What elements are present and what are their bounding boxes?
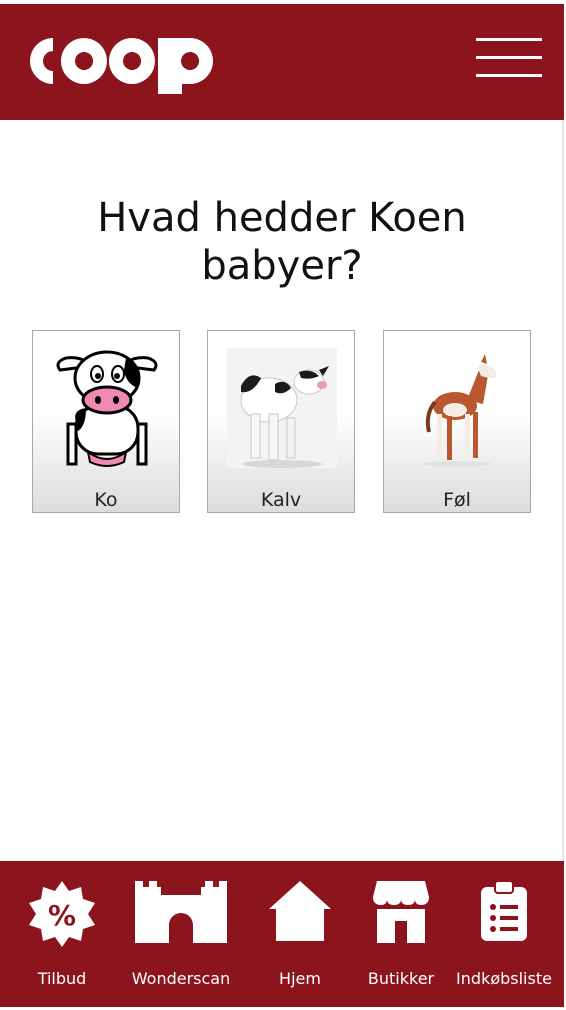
hamburger-icon-line <box>476 74 542 77</box>
hamburger-icon-line <box>476 38 542 41</box>
nav-item-indkobsliste[interactable]: Indkøbsliste <box>452 861 556 1007</box>
nav-label: Indkøbsliste <box>456 969 552 988</box>
nav-label: Wonderscan <box>131 969 231 988</box>
nav-item-butikker[interactable]: Butikker <box>356 861 446 1007</box>
answer-option-label: Ko <box>94 489 118 511</box>
clipboard-list-icon <box>481 881 527 941</box>
store-icon <box>373 881 429 943</box>
nav-item-tilbud[interactable]: % Tilbud <box>12 861 112 1007</box>
menu-button[interactable] <box>474 36 542 82</box>
hamburger-icon-line <box>476 56 542 59</box>
answer-option-foel[interactable]: Føl <box>383 330 531 513</box>
foal-photo-image <box>424 354 497 467</box>
nav-label: Butikker <box>367 969 435 988</box>
nav-label: Hjem <box>279 969 321 988</box>
nav-item-wonderscan[interactable]: Wonderscan <box>126 861 236 1007</box>
quiz-question: Hvad hedder Koen babyer? <box>97 195 467 289</box>
answer-option-label: Kalv <box>260 489 302 511</box>
svg-text:%: % <box>48 899 76 932</box>
answer-option-label: Føl <box>443 489 471 511</box>
answer-option-kalv[interactable]: Kalv <box>207 330 355 513</box>
nav-item-hjem[interactable]: Hjem <box>252 861 348 1007</box>
app-screen: coop Hvad hedder Koen babyer? <box>0 4 564 1007</box>
percent-badge-icon: % <box>29 881 95 947</box>
nav-label: Tilbud <box>37 969 87 988</box>
header-bar: coop <box>0 4 564 120</box>
calf-photo-image <box>227 348 337 468</box>
bottom-navigation: % Tilbud Wonderscan Hjem Butikker Indkøb… <box>0 861 564 1007</box>
castle-icon <box>135 881 227 943</box>
answer-option-ko[interactable]: Ko <box>32 330 180 513</box>
answer-options: Ko Kalv Føl <box>0 330 564 520</box>
cartoon-cow-image <box>56 350 158 467</box>
coop-logo[interactable]: coop <box>22 28 234 94</box>
home-icon <box>269 881 331 941</box>
